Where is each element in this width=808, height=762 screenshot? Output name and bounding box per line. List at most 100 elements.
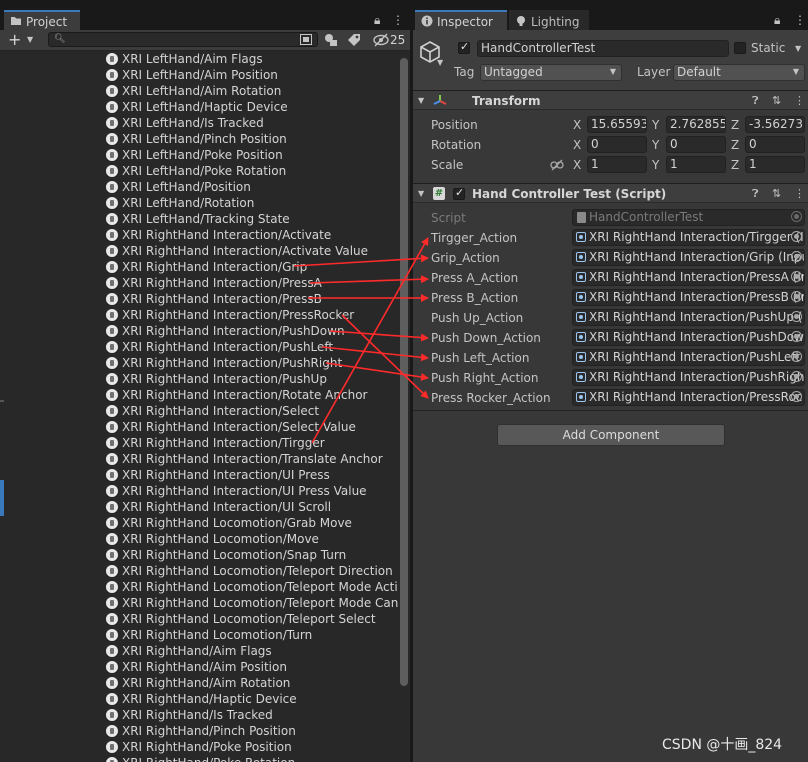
list-item-label: XRI LeftHand/Is Tracked [122, 116, 264, 130]
foldout-arrow-icon[interactable]: ▼ [418, 93, 424, 109]
action-reference-field[interactable]: XRI RightHand Interaction/PressRoc [572, 389, 805, 406]
list-item-label: XRI RightHand Interaction/Grip [122, 260, 308, 274]
constrain-proportions-link-icon[interactable] [550, 159, 564, 171]
project-asset-list[interactable]: XRI LeftHand/Aim Flags XRI LeftHand/Aim P… [0, 51, 398, 762]
tag-dropdown[interactable]: Untagged ▼ [480, 64, 622, 81]
scale-z-field[interactable]: 1 [745, 156, 805, 173]
presets-icon[interactable]: ⇅ [772, 93, 781, 109]
object-picker-icon [791, 211, 802, 222]
input-action-reference-icon [106, 469, 118, 481]
position-z-label[interactable]: Z [731, 117, 739, 133]
transform-header[interactable]: ▼ Transform ❓︎ ⇅ ⋮ [413, 90, 808, 110]
object-picker-icon[interactable] [791, 271, 802, 282]
search-by-type-icon[interactable] [300, 34, 312, 45]
create-dropdown-arrow-icon[interactable]: ▼ [27, 35, 33, 44]
action-reference-field[interactable]: XRI RightHand Interaction/PushLeft [572, 349, 805, 366]
action-reference-field[interactable]: XRI RightHand Interaction/PressA (In [572, 269, 805, 286]
active-checkbox[interactable] [458, 40, 470, 54]
scale-x-field[interactable]: 1 [587, 156, 647, 173]
presets-icon[interactable]: ⇅ [772, 186, 781, 202]
rotation-y-field[interactable]: 0 [666, 136, 726, 153]
layer-dropdown[interactable]: Default ▼ [673, 64, 805, 81]
tab-lighting-label: Lighting [531, 15, 580, 29]
object-picker-icon[interactable] [791, 391, 802, 402]
tab-project[interactable]: Project [4, 10, 80, 30]
create-plus-icon[interactable]: + [8, 30, 21, 49]
list-item-label: XRI LeftHand/Rotation [122, 196, 255, 210]
tab-lighting[interactable]: Lighting [509, 10, 589, 30]
action-reference-field[interactable]: XRI RightHand Interaction/Grip (Inpu [572, 249, 805, 266]
component-separator [413, 410, 808, 411]
static-dropdown-arrow-icon[interactable]: ▼ [795, 44, 801, 53]
input-action-reference-icon [106, 197, 118, 209]
search-by-label-icon[interactable] [324, 33, 338, 47]
scale-y-field[interactable]: 1 [666, 156, 726, 173]
tag-icon[interactable] [347, 33, 361, 47]
position-z-field[interactable]: -3.56273 [745, 116, 805, 133]
object-picker-icon[interactable] [791, 231, 802, 242]
input-action-reference-icon [106, 709, 118, 721]
add-component-button[interactable]: Add Component [497, 424, 725, 446]
transform-icon [433, 95, 447, 105]
tab-inspector[interactable]: Inspector [415, 10, 507, 30]
position-x-label[interactable]: X [573, 117, 581, 133]
input-action-reference-icon [106, 565, 118, 577]
position-y-field[interactable]: 2.762855 [666, 116, 726, 133]
project-scroll-thumb[interactable] [400, 58, 408, 686]
lock-icon[interactable]: 🔒︎ [774, 13, 780, 27]
action-reference-field[interactable]: XRI RightHand Interaction/Tirgger (I [572, 229, 805, 246]
object-picker-icon[interactable] [791, 311, 802, 322]
help-icon[interactable]: ❓︎ [752, 93, 759, 109]
position-y-label[interactable]: Y [652, 117, 659, 133]
position-x-field[interactable]: 15.65593 [587, 116, 647, 133]
scale-x-label[interactable]: X [573, 157, 581, 173]
action-field-label: Press B_Action [431, 291, 519, 305]
component-enabled-checkbox[interactable] [453, 186, 465, 200]
object-name-field[interactable]: HandControllerTest [477, 40, 729, 57]
project-toolbar: + ▼ 🔍︎ 25 [0, 30, 410, 51]
rotation-y-label[interactable]: Y [652, 137, 659, 153]
scale-label: Scale [431, 158, 464, 172]
input-action-reference-icon [106, 245, 118, 257]
static-checkbox[interactable] [734, 42, 746, 54]
action-reference-field[interactable]: XRI RightHand Interaction/PressB (In [572, 289, 805, 306]
project-tab-bar: Project 🔒︎ ⋮ [0, 10, 410, 30]
rotation-x-label[interactable]: X [573, 137, 581, 153]
script-component-header[interactable]: ▼ # Hand Controller Test (Script) ❓︎ ⇅ ⋮ [413, 183, 808, 203]
scale-z-label[interactable]: Z [731, 157, 739, 173]
action-reference-field[interactable]: XRI RightHand Interaction/PushDow [572, 329, 805, 346]
foldout-arrow-icon[interactable]: ▼ [418, 186, 424, 202]
rotation-z-label[interactable]: Z [731, 137, 739, 153]
input-action-reference-icon [106, 741, 118, 753]
list-item-label: XRI LeftHand/Poke Position [122, 148, 283, 162]
layer-label: Layer [637, 65, 671, 79]
object-picker-icon[interactable] [791, 331, 802, 342]
action-field-label: Grip_Action [431, 251, 500, 265]
object-picker-icon[interactable] [791, 351, 802, 362]
action-reference-field[interactable]: XRI RightHand Interaction/PushUp ( [572, 309, 805, 326]
lock-icon[interactable]: 🔒︎ [374, 13, 380, 27]
tab-inspector-label: Inspector [437, 15, 493, 29]
static-label: Static [751, 41, 786, 55]
scale-y-label[interactable]: Y [652, 157, 659, 173]
component-menu-icon[interactable]: ⋮ [794, 186, 805, 202]
hidden-packages-icon[interactable] [373, 33, 389, 47]
search-input[interactable]: 🔍︎ [48, 32, 318, 47]
object-picker-icon[interactable] [791, 371, 802, 382]
rotation-x-field[interactable]: 0 [587, 136, 647, 153]
chevron-down-icon: ▼ [792, 67, 799, 76]
action-reference-field[interactable]: XRI RightHand Interaction/PushRigh [572, 369, 805, 386]
help-icon[interactable]: ❓︎ [752, 186, 759, 202]
object-picker-icon[interactable] [791, 291, 802, 302]
folder-tree-selection [0, 480, 4, 516]
input-action-reference-icon [106, 165, 118, 177]
input-action-reference-icon [106, 213, 118, 225]
kebab-menu-icon[interactable]: ⋮ [794, 13, 806, 27]
object-picker-icon[interactable] [791, 251, 802, 262]
component-menu-icon[interactable]: ⋮ [794, 93, 805, 109]
icon-dropdown-arrow-icon[interactable]: ▼ [437, 58, 443, 67]
rotation-z-field[interactable]: 0 [745, 136, 805, 153]
list-item-label: XRI RightHand/Aim Rotation [122, 676, 291, 690]
search-icon: 🔍︎ [54, 34, 66, 44]
kebab-menu-icon[interactable]: ⋮ [392, 13, 404, 27]
